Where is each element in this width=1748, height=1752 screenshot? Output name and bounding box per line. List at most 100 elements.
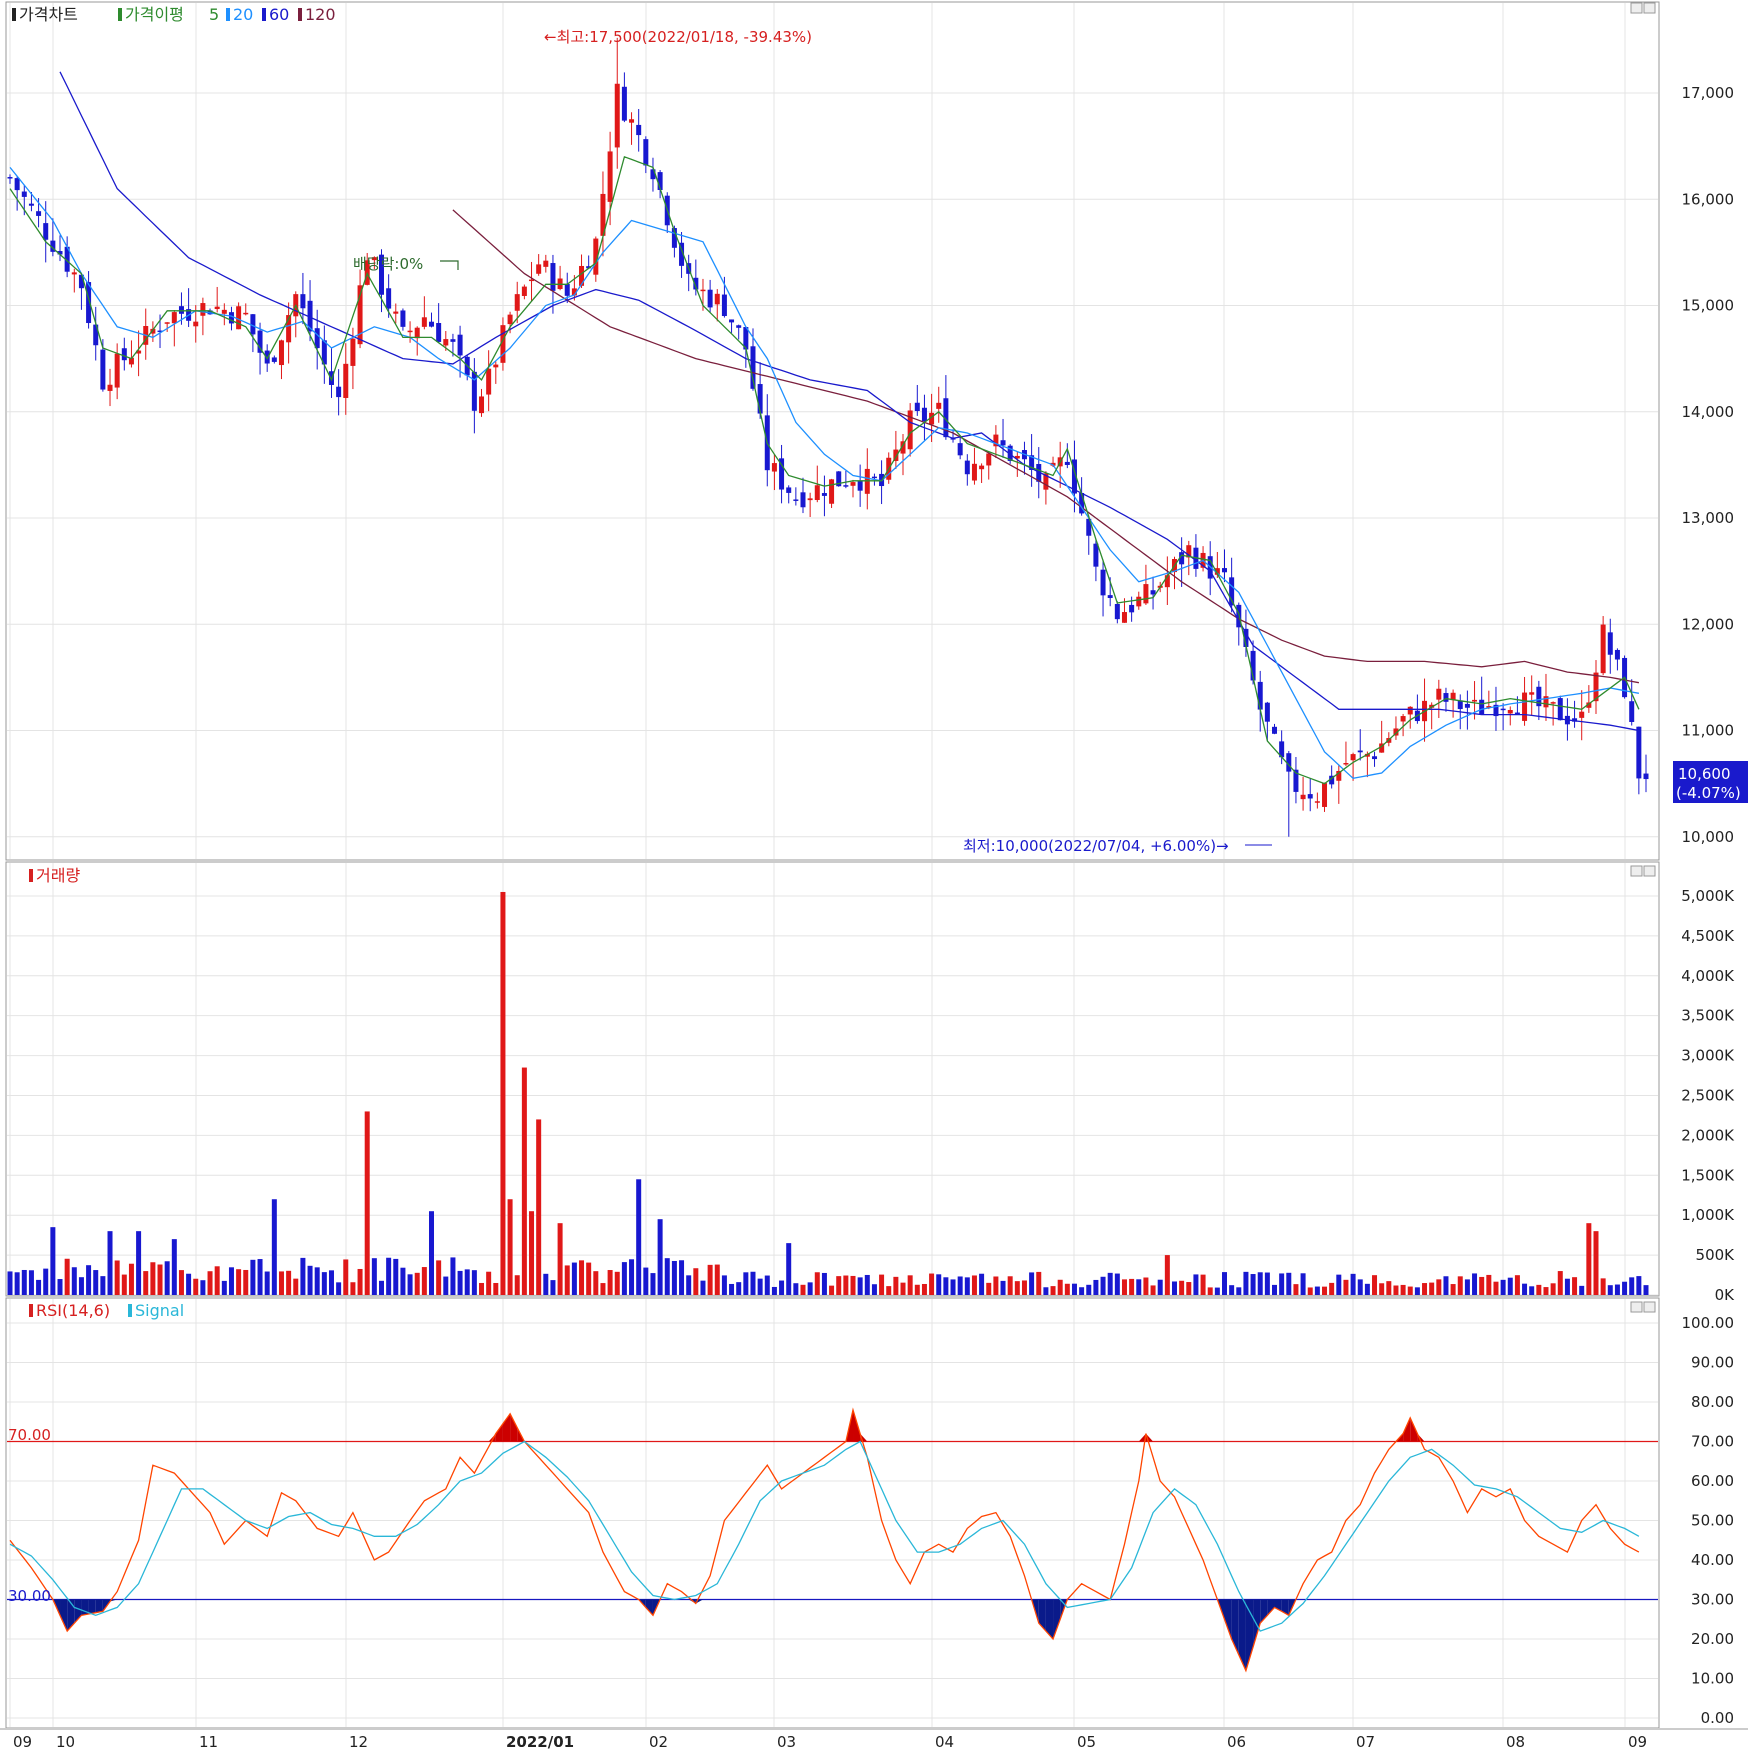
candle-body <box>1636 726 1642 779</box>
candle-body <box>1600 624 1606 674</box>
volume-bar <box>1329 1282 1335 1295</box>
candle-body <box>1322 783 1328 807</box>
legend-swatch-ma60 <box>262 8 266 21</box>
candle-body <box>1264 702 1270 722</box>
candle-body <box>807 498 813 501</box>
volume-bar <box>321 1272 327 1295</box>
volume-bar <box>1572 1277 1578 1295</box>
y-tick-label: 60.00 <box>1691 1472 1734 1490</box>
candle-body <box>278 340 284 366</box>
y-tick-label: 90.00 <box>1691 1354 1734 1372</box>
rsi-oversold-fill <box>88 1599 96 1614</box>
volume-bar <box>607 1270 613 1295</box>
candle-body <box>514 294 520 311</box>
volume-bar <box>186 1273 192 1295</box>
candle-body <box>1136 596 1142 607</box>
volume-bar <box>557 1223 563 1295</box>
volume-bar <box>28 1270 34 1295</box>
candle-body <box>614 83 620 148</box>
candle-body <box>936 402 942 409</box>
minimize-icon[interactable] <box>1630 865 1643 877</box>
volume-panel: 0K 500K 1,000K 1,500K 2,000K 2,500K 3,000K 3,50… <box>5 861 1736 1304</box>
minimize-icon[interactable] <box>1630 1301 1643 1313</box>
candle-body <box>300 294 306 309</box>
volume-bar <box>93 1270 99 1295</box>
volume-bar <box>1536 1284 1542 1295</box>
candle-body <box>71 272 77 275</box>
candle-body <box>550 263 556 291</box>
x-tick-label: 05 <box>1077 1733 1096 1751</box>
y-tick-label: 10.00 <box>1691 1670 1734 1688</box>
volume-bar <box>1179 1280 1185 1295</box>
volume-bar <box>543 1273 549 1295</box>
volume-bar <box>1343 1279 1349 1295</box>
volume-bar <box>1021 1280 1027 1295</box>
volume-bar <box>164 1261 170 1295</box>
volume-bar <box>679 1260 685 1295</box>
candle-body <box>1129 604 1135 613</box>
volume-bar <box>1500 1279 1506 1295</box>
volume-bar <box>378 1280 384 1295</box>
candle-body <box>1114 604 1120 620</box>
candle-body <box>1443 693 1449 702</box>
candle-body <box>457 334 463 356</box>
y-tick-label: 0K <box>1715 1286 1736 1304</box>
volume-bar <box>421 1267 427 1295</box>
volume-bar <box>664 1258 670 1295</box>
volume-bar <box>1557 1271 1563 1295</box>
minimize-icon[interactable] <box>1630 2 1643 14</box>
volume-bar <box>486 1271 492 1295</box>
y-tick-label: 100.00 <box>1682 1314 1735 1332</box>
volume-bar <box>1429 1282 1435 1295</box>
volume-bar <box>64 1258 70 1295</box>
volume-bar <box>1514 1275 1520 1295</box>
y-tick-label: 4,500K <box>1681 927 1735 945</box>
volume-bar <box>500 891 506 1295</box>
candle-body <box>800 492 806 508</box>
close-icon[interactable] <box>1643 1301 1656 1313</box>
legend-price-ma: 가격이평 <box>125 5 184 24</box>
candle-body <box>1579 711 1585 718</box>
candle-body <box>736 325 742 328</box>
volume-bar <box>257 1259 263 1295</box>
candle-body <box>243 312 249 315</box>
volume-bar <box>86 1265 92 1295</box>
volume-bar <box>764 1275 770 1295</box>
candle-body <box>1464 703 1470 708</box>
volume-bar <box>1236 1287 1242 1295</box>
close-icon[interactable] <box>1643 2 1656 14</box>
candle-body <box>1407 706 1413 715</box>
x-tick-label: 07 <box>1356 1733 1375 1751</box>
volume-bar <box>1200 1274 1206 1295</box>
volume-bar <box>1314 1286 1320 1295</box>
volume-bar <box>564 1265 570 1295</box>
candle-body <box>1307 794 1313 799</box>
candle-body <box>1107 595 1113 599</box>
candle-body <box>850 482 856 486</box>
volume-bar <box>1272 1284 1278 1295</box>
low-annotation: 최저:10,000(2022/07/04, +6.00%)→ <box>963 837 1229 855</box>
candle-body <box>1643 773 1649 780</box>
x-tick-label: 10 <box>56 1733 75 1751</box>
candle-body <box>257 330 263 353</box>
volume-bar <box>1264 1272 1270 1295</box>
y-tick-label: 5,000K <box>1681 887 1735 905</box>
y-tick-label: 70.00 <box>1691 1433 1734 1451</box>
candle-body <box>429 321 435 327</box>
y-tick-label: 500K <box>1696 1246 1736 1264</box>
y-tick-label: 11,000 <box>1682 722 1735 740</box>
volume-bar <box>1322 1286 1328 1295</box>
legend-swatch-rsi <box>29 1304 33 1317</box>
volume-bar <box>357 1268 363 1295</box>
volume-bar <box>771 1286 777 1295</box>
volume-bar <box>1293 1284 1299 1295</box>
candle-body <box>871 476 877 479</box>
y-tick-label: 14,000 <box>1682 403 1735 421</box>
volume-bar <box>471 1270 477 1295</box>
candle-body <box>1314 801 1320 803</box>
close-icon[interactable] <box>1643 865 1656 877</box>
x-tick-label: 12 <box>349 1733 368 1751</box>
volume-bar <box>1193 1274 1199 1295</box>
y-tick-label: 4,000K <box>1681 967 1735 985</box>
volume-bar <box>393 1258 399 1295</box>
